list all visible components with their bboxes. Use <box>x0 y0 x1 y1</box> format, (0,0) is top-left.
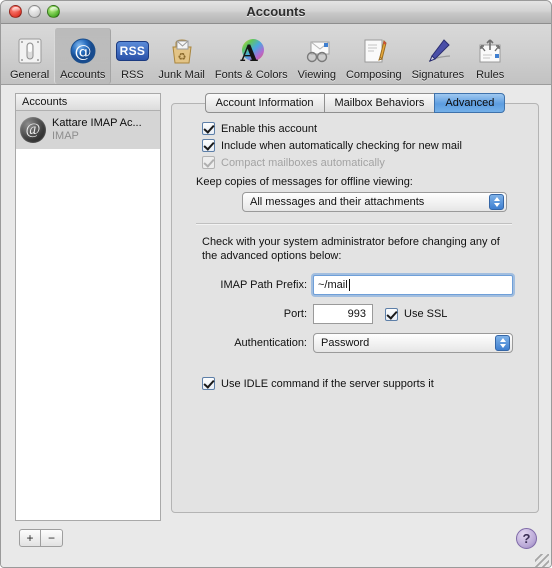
toolbar-item-rss[interactable]: RSS RSS <box>111 28 153 84</box>
help-button[interactable]: ? <box>516 528 537 549</box>
junk-bag-icon: ♻ <box>166 35 198 67</box>
imap-path-prefix-input[interactable]: ~/mail <box>313 275 513 295</box>
account-row-text: Kattare IMAP Ac... IMAP <box>52 117 142 143</box>
compact-mailboxes-row: Compact mailboxes automatically <box>202 156 538 169</box>
tab-bar: Account Information Mailbox Behaviors Ad… <box>171 93 539 113</box>
offline-viewing-label: Keep copies of messages for offline view… <box>196 176 413 188</box>
toolbar-item-rules[interactable]: Rules <box>469 28 511 84</box>
account-detail-pane: Account Information Mailbox Behaviors Ad… <box>171 93 539 513</box>
font-color-icon: A <box>235 35 267 67</box>
port-label: Port: <box>283 308 307 320</box>
toolbar-item-fonts-colors[interactable]: A Fonts & Colors <box>210 28 293 84</box>
remove-account-button[interactable]: − <box>41 529 63 547</box>
window-title: Accounts <box>246 4 306 19</box>
rss-icon: RSS <box>115 35 150 67</box>
add-account-button[interactable]: + <box>19 529 41 547</box>
title-bar: Accounts <box>1 1 551 24</box>
authentication-row: Authentication: Password <box>202 333 538 353</box>
toolbar-label-accounts: Accounts <box>60 69 106 81</box>
idle-command-checkbox[interactable] <box>202 377 215 390</box>
offline-viewing-value: All messages and their attachments <box>250 196 425 208</box>
idle-command-row[interactable]: Use IDLE command if the server supports … <box>202 377 538 390</box>
authentication-value: Password <box>321 337 370 349</box>
imap-path-prefix-label: IMAP Path Prefix: <box>220 279 307 291</box>
toolbar-item-junk-mail[interactable]: ♻ Junk Mail <box>153 28 209 84</box>
account-name: Kattare IMAP Ac... <box>52 117 142 129</box>
toolbar-label-fonts-colors: Fonts & Colors <box>214 69 288 81</box>
svg-text:@: @ <box>74 42 91 62</box>
toolbar-label-composing: Composing <box>345 69 402 81</box>
toolbar-label-signatures: Signatures <box>411 69 465 81</box>
idle-command-label: Use IDLE command if the server supports … <box>221 377 434 390</box>
tab-account-information[interactable]: Account Information <box>204 93 324 113</box>
toolbar-item-general[interactable]: General <box>5 28 54 84</box>
preferences-content: Accounts Kattare IMAP Ac... IMAP + − Acc… <box>1 85 551 567</box>
chevron-updown-icon <box>489 194 504 210</box>
port-row: Port: 993 Use SSL <box>202 304 538 324</box>
toolbar-label-viewing: Viewing <box>297 69 336 81</box>
fountain-pen-icon <box>422 35 454 67</box>
accounts-preferences-window: Accounts General @ Accounts RSS RSS ♻ Ju… <box>0 0 552 568</box>
imap-path-prefix-value: ~/mail <box>318 279 348 291</box>
chevron-updown-icon <box>495 335 510 351</box>
svg-text:A: A <box>240 41 259 65</box>
arrows-icon <box>474 35 506 67</box>
toolbar-item-composing[interactable]: Composing <box>341 28 407 84</box>
compact-mailboxes-checkbox <box>202 156 215 169</box>
toolbar-label-rss: RSS <box>121 69 144 81</box>
imap-path-prefix-row: IMAP Path Prefix: ~/mail <box>202 275 538 295</box>
switch-icon <box>14 35 46 67</box>
enable-account-row[interactable]: Enable this account <box>202 122 538 135</box>
tab-advanced[interactable]: Advanced <box>434 93 506 113</box>
accounts-list-header: Accounts <box>16 94 160 111</box>
use-ssl-label: Use SSL <box>404 308 448 320</box>
auto-check-label: Include when automatically checking for … <box>221 139 462 152</box>
glasses-icon <box>301 35 333 67</box>
pencil-paper-icon <box>358 35 390 67</box>
preferences-toolbar: General @ Accounts RSS RSS ♻ Junk Mail A… <box>1 24 551 85</box>
divider <box>196 223 512 225</box>
authentication-popup[interactable]: Password <box>313 333 513 353</box>
toolbar-label-rules: Rules <box>476 69 505 81</box>
resize-grip[interactable] <box>535 554 549 567</box>
toolbar-item-viewing[interactable]: Viewing <box>293 28 341 84</box>
toolbar-item-signatures[interactable]: Signatures <box>407 28 470 84</box>
globe-at-icon <box>20 117 46 143</box>
toolbar-label-junk-mail: Junk Mail <box>158 69 205 81</box>
toolbar-label-general: General <box>10 69 50 81</box>
port-input[interactable]: 993 <box>313 304 373 324</box>
enable-account-checkbox[interactable] <box>202 122 215 135</box>
compact-mailboxes-label: Compact mailboxes automatically <box>221 156 385 169</box>
tab-mailbox-behaviors[interactable]: Mailbox Behaviors <box>323 93 435 113</box>
use-ssl-checkbox[interactable] <box>385 307 398 321</box>
enable-account-label: Enable this account <box>221 122 318 135</box>
admin-hint-text: Check with your system administrator bef… <box>202 236 500 262</box>
list-item[interactable]: Kattare IMAP Ac... IMAP <box>16 111 160 149</box>
at-sign-icon: @ <box>67 35 99 67</box>
authentication-label: Authentication: <box>234 337 307 349</box>
auto-check-row[interactable]: Include when automatically checking for … <box>202 139 538 152</box>
offline-viewing-popup[interactable]: All messages and their attachments <box>242 192 507 212</box>
svg-text:♻: ♻ <box>177 52 186 63</box>
advanced-panel: Enable this account Include when automat… <box>171 103 539 513</box>
accounts-list[interactable]: Accounts Kattare IMAP Ac... IMAP <box>15 93 161 521</box>
accounts-list-controls: + − <box>19 529 63 547</box>
account-kind: IMAP <box>52 130 79 142</box>
toolbar-item-accounts[interactable]: @ Accounts <box>54 28 112 84</box>
auto-check-checkbox[interactable] <box>202 139 215 152</box>
